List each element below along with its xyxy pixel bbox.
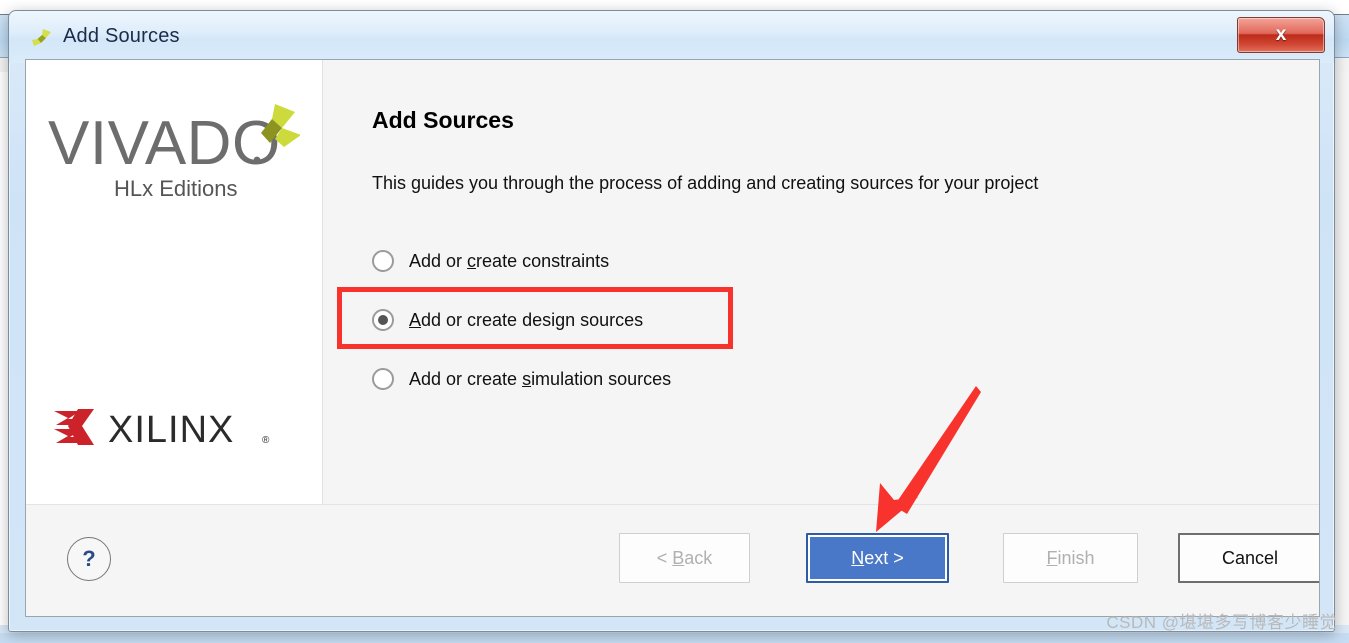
page-title: Add Sources [372, 107, 514, 133]
cancel-button[interactable]: Cancel [1178, 533, 1319, 583]
screen: Unavailable text Add Sources x [0, 0, 1349, 643]
radio-add-create-constraints[interactable]: Add or create constraints [372, 247, 609, 275]
back-button-label: < Back [657, 548, 713, 569]
finish-label-mnemonic: F [1046, 547, 1058, 568]
xilinx-logo: XILINX ® [52, 405, 282, 456]
next-label-suffix: ext > [864, 547, 904, 568]
radio-label-mnemonic: c [467, 250, 477, 271]
radio-label-mnemonic: A [409, 309, 422, 330]
background-window-bottom-edge [0, 633, 1349, 643]
svg-text:®: ® [262, 435, 270, 446]
radio-indicator [372, 368, 394, 390]
help-button[interactable]: ? [67, 537, 111, 581]
close-icon: x [1275, 24, 1287, 45]
dialog-button-bar: ? < Back Next > Finish Cancel [26, 504, 1319, 616]
radio-add-create-simulation-sources[interactable]: Add or create simulation sources [372, 365, 671, 393]
finish-button[interactable]: Finish [1003, 533, 1138, 583]
back-label-prefix: < [656, 547, 673, 568]
back-label-suffix: ack [684, 547, 713, 568]
next-button-label: Next > [851, 548, 904, 569]
svg-text:XILINX: XILINX [108, 409, 234, 451]
vivado-pinwheel-icon [31, 28, 53, 50]
radio-label-suffix: reate constraints [476, 250, 610, 271]
radio-label-suffix: imulation sources [531, 368, 672, 389]
question-mark-icon: ? [82, 546, 96, 571]
finish-label-suffix: inish [1057, 547, 1095, 568]
dialog-content: VIVADO HLx Editions XILINX ® Add Sources… [25, 59, 1320, 617]
page-description: This guides you through the process of a… [372, 173, 1039, 193]
cancel-button-label: Cancel [1221, 547, 1279, 568]
radio-indicator [372, 250, 394, 272]
next-button[interactable]: Next > [806, 533, 949, 583]
radio-label-mnemonic: s [522, 368, 532, 389]
radio-label-prefix: Add or [409, 250, 468, 271]
svg-text:VIVADO: VIVADO [48, 109, 281, 178]
radio-label-suffix: dd or create design sources [421, 309, 644, 330]
dialog-titlebar: Add Sources x [9, 11, 1334, 63]
branding-panel: VIVADO HLx Editions XILINX ® [26, 60, 323, 504]
radio-label-prefix: Add or create [409, 368, 523, 389]
svg-text:HLx Editions: HLx Editions [114, 176, 238, 201]
radio-label: Add or create simulation sources [409, 369, 671, 390]
dialog-title: Add Sources [63, 25, 180, 47]
finish-button-label: Finish [1046, 548, 1094, 569]
add-sources-dialog: Add Sources x VIVADO HLx Editions XILINX… [8, 10, 1335, 632]
back-label-mnemonic: B [672, 547, 685, 568]
radio-indicator-selected [372, 309, 394, 331]
wizard-panel: Add Sources This guides you through the … [323, 60, 1319, 504]
radio-label: Add or create design sources [409, 310, 643, 331]
csdn-watermark: CSDN @堪堪多写博客少睡觉 [1106, 613, 1337, 632]
radio-label: Add or create constraints [409, 251, 609, 272]
close-button[interactable]: x [1237, 17, 1325, 53]
next-label-mnemonic: N [851, 547, 865, 568]
back-button[interactable]: < Back [619, 533, 750, 583]
radio-add-create-design-sources[interactable]: Add or create design sources [372, 306, 643, 334]
vivado-logo: VIVADO HLx Editions [48, 102, 301, 211]
